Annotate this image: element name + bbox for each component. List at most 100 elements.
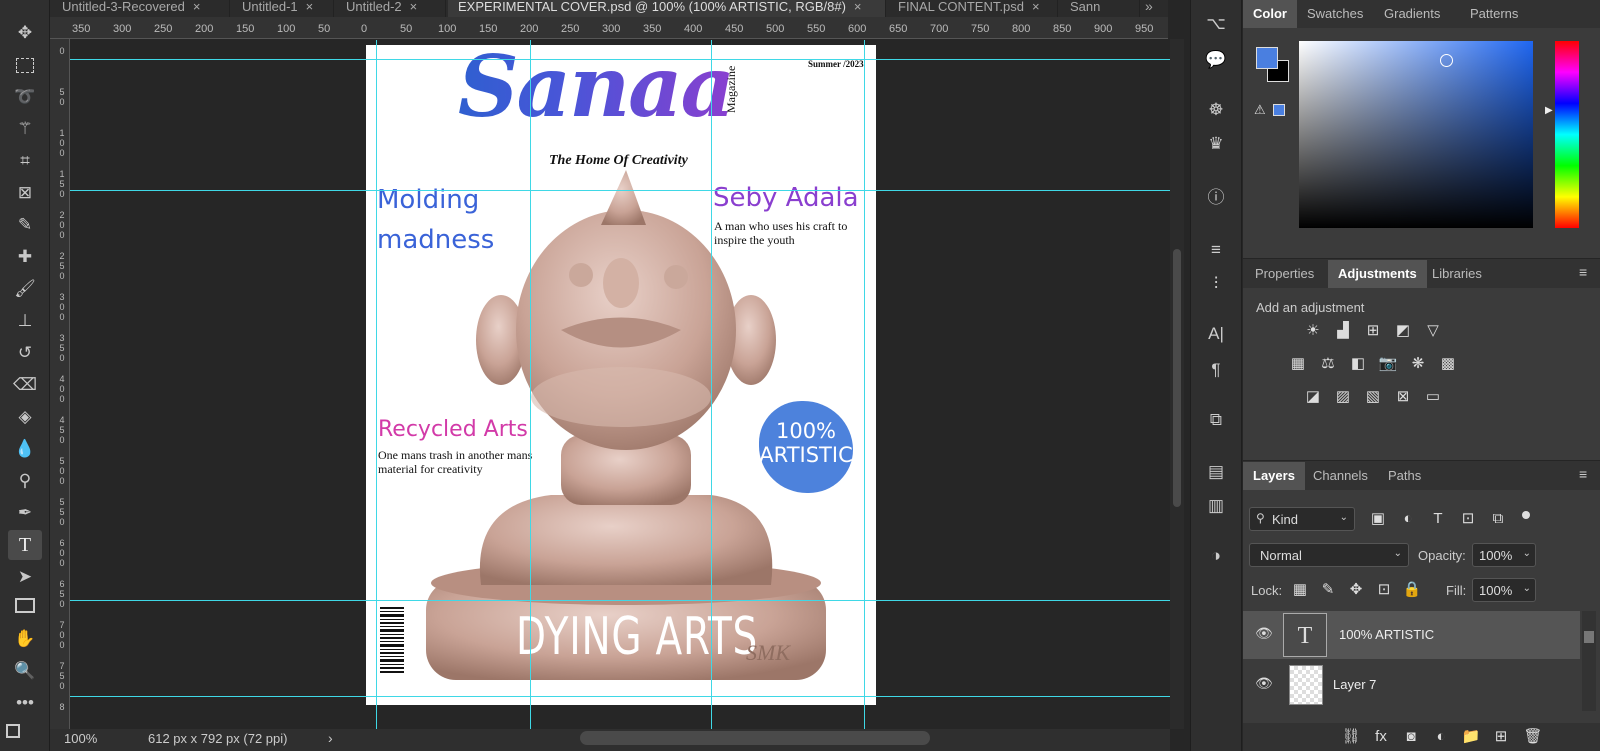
filter-adjustment-icon[interactable]: ◐ [1398,510,1418,528]
tab-libraries[interactable]: Libraries [1432,260,1482,288]
layer-row[interactable]: 👁 T 100% ARTISTIC [1243,611,1580,659]
invert-icon[interactable]: ◪ [1303,388,1323,406]
filter-smart-object-icon[interactable]: ⧉ [1488,510,1508,528]
filter-pixel-icon[interactable]: ▣ [1368,510,1388,528]
delete-layer-icon[interactable]: 🗑 [1523,728,1543,746]
link-layers-icon[interactable]: ⛓ [1341,728,1361,746]
histogram-panel-icon[interactable]: ♛ [1201,130,1231,158]
blur-tool-icon[interactable]: 💧 [10,434,40,464]
tab-adjustments[interactable]: Adjustments [1328,260,1427,288]
history-panel-icon[interactable]: ⌥ [1201,10,1231,38]
paragraph-panel-icon[interactable]: ¶ [1201,356,1231,384]
lock-all-icon[interactable]: 🔒 [1402,581,1422,599]
layer-row[interactable]: 👁 Layer 7 [1243,661,1580,709]
blend-mode-select[interactable]: Normal ⌄ [1249,543,1409,567]
tab-sann[interactable]: Sann [1060,0,1140,17]
visibility-eye-icon[interactable]: 👁 [1255,625,1273,642]
magazine-cover[interactable]: Summer /2023 Sanaa Magazine The Home Of … [366,45,876,705]
pen-tool-icon[interactable]: ✒ [10,498,40,528]
tab-untitled-3-recovered[interactable]: Untitled-3-Recovered × [52,0,230,17]
selective-color-icon[interactable]: ⊠ [1393,388,1413,406]
fill-field[interactable]: 100% ⌄ [1472,578,1536,602]
curves-icon[interactable]: ⊞ [1363,322,1383,340]
close-icon[interactable]: × [193,0,201,14]
clone-source-panel-icon[interactable]: ⧉ [1201,406,1231,434]
status-arrow-icon[interactable]: › [328,730,333,746]
foreground-color-swatch[interactable] [1256,47,1278,69]
lock-transparent-icon[interactable]: ▦ [1290,581,1310,599]
gamut-warning-icon[interactable]: ⚠ [1254,102,1266,118]
hue-slider-handle-icon[interactable]: ▶ [1545,105,1553,116]
horizontal-scrollbar-thumb[interactable] [580,731,930,745]
type-tool-icon[interactable]: T [8,530,42,560]
foreground-background-icon[interactable] [6,724,20,738]
color-picker-handle[interactable] [1440,54,1453,67]
hue-saturation-icon[interactable]: ▦ [1288,355,1308,373]
horizontal-scrollbar[interactable] [350,729,1170,751]
layer-filter-select[interactable]: ⚲ Kind ⌄ [1249,507,1355,531]
zoom-tool-icon[interactable]: 🔍 [10,656,40,686]
panel-menu-icon[interactable]: ≡ [1579,264,1587,280]
layer-style-icon[interactable]: fx [1371,728,1391,746]
layer-name[interactable]: 100% ARTISTIC [1339,627,1434,642]
lock-artboard-icon[interactable]: ⊡ [1374,581,1394,599]
close-icon[interactable]: × [410,0,418,14]
notes-panel-icon[interactable]: ▥ [1201,492,1231,520]
close-icon[interactable]: × [854,0,862,14]
paint-bucket-tool-icon[interactable]: ◈ [10,402,40,432]
hue-slider[interactable] [1555,41,1579,228]
marquee-tool-icon[interactable] [16,58,34,73]
tab-properties[interactable]: Properties [1255,260,1314,288]
close-icon[interactable]: × [1032,0,1040,14]
color-field[interactable] [1299,41,1533,228]
tab-final-content[interactable]: FINAL CONTENT.psd × [888,0,1058,17]
new-adjustment-layer-icon[interactable]: ◐ [1431,728,1451,746]
brushes-panel-icon[interactable]: ≡ [1201,236,1231,264]
hand-tool-icon[interactable]: ✋ [10,624,40,654]
vertical-scrollbar[interactable] [1170,39,1184,729]
posterize-icon[interactable]: ▨ [1333,388,1353,406]
tab-paths[interactable]: Paths [1388,462,1421,490]
tab-untitled-2[interactable]: Untitled-2 × [336,0,446,17]
layers-scrollbar-thumb[interactable] [1584,631,1594,643]
threshold-icon[interactable]: ▧ [1363,388,1383,406]
new-group-icon[interactable]: 📁 [1461,728,1481,746]
levels-icon[interactable]: ▟ [1333,322,1353,340]
frame-tool-icon[interactable]: ⊠ [10,178,40,208]
vertical-scrollbar-thumb[interactable] [1173,249,1181,507]
filter-toggle-icon[interactable] [1522,511,1530,519]
lock-position-icon[interactable]: ✥ [1346,581,1366,599]
channel-mixer-icon[interactable]: ❋ [1408,355,1428,373]
tab-patterns[interactable]: Patterns [1470,0,1518,28]
tab-swatches[interactable]: Swatches [1307,0,1363,28]
layer-mask-icon[interactable]: ◙ [1401,728,1421,746]
materials-panel-icon[interactable]: ◑ [1201,542,1231,570]
filter-type-icon[interactable]: T [1428,510,1448,528]
layer-name[interactable]: Layer 7 [1333,677,1376,692]
brush-tool-icon[interactable]: 🖌 [10,274,40,304]
layers-scrollbar[interactable] [1582,611,1596,711]
photo-filter-icon[interactable]: 📷 [1378,355,1398,373]
zoom-level[interactable]: 100% [64,731,97,746]
color-balance-icon[interactable]: ⚖ [1318,355,1338,373]
new-layer-icon[interactable]: ⊞ [1491,728,1511,746]
close-icon[interactable]: × [306,0,314,14]
comments-panel-icon[interactable]: 💬 [1201,46,1231,74]
opacity-field[interactable]: 100% ⌄ [1472,543,1536,567]
artistic-badge[interactable]: 100% ARTISTIC [759,401,853,493]
visibility-eye-icon[interactable]: 👁 [1255,675,1273,692]
lasso-tool-icon[interactable]: ➰ [10,82,40,112]
history-brush-tool-icon[interactable]: ↺ [10,338,40,368]
tab-color[interactable]: Color [1243,0,1297,28]
character-panel-icon[interactable]: A| [1201,320,1231,348]
tab-untitled-1[interactable]: Untitled-1 × [232,0,334,17]
navigator-panel-icon[interactable]: ☸ [1201,96,1231,124]
eraser-tool-icon[interactable]: ⌫ [10,370,40,400]
black-white-icon[interactable]: ◧ [1348,355,1368,373]
tab-channels[interactable]: Channels [1313,462,1368,490]
vibrance-icon[interactable]: ▽ [1423,322,1443,340]
eyedropper-tool-icon[interactable]: ✎ [10,210,40,240]
more-tools-icon[interactable]: ••• [10,688,40,718]
tab-gradients[interactable]: Gradients [1384,0,1440,28]
filter-shape-icon[interactable]: ⊡ [1458,510,1478,528]
